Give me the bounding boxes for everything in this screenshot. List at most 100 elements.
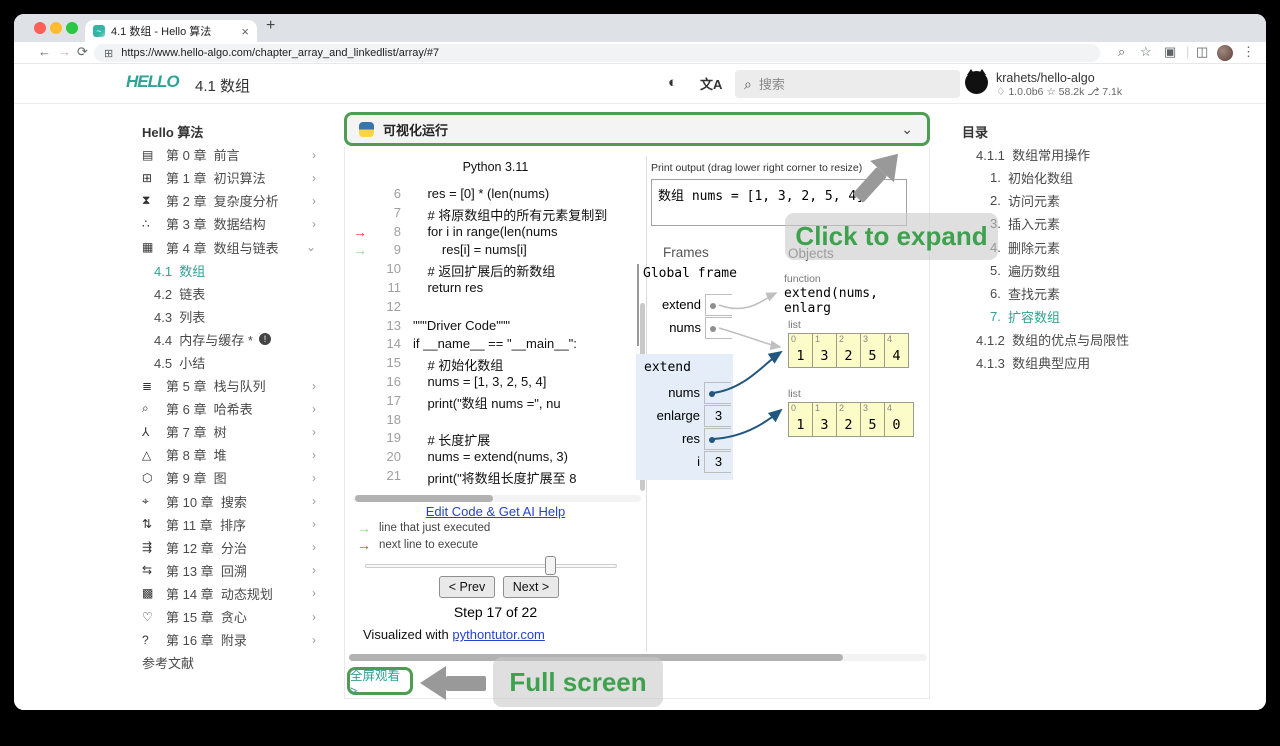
prev-button[interactable]: < Prev [439, 576, 495, 598]
slider-thumb[interactable] [545, 556, 556, 575]
sidebar-item-label: 第 15 章 贪心 [166, 607, 247, 626]
window-close-button[interactable] [34, 22, 46, 34]
bookmark-star-icon[interactable]: ☆ [1140, 44, 1152, 60]
zoom-icon[interactable]: ⌕ [1118, 44, 1125, 60]
sidebar-chapter-item[interactable]: ⌕第 6 章 哈希表› [142, 397, 318, 420]
toc-item-number: 6. [990, 286, 1001, 301]
site-info-icon[interactable]: ⊞ [104, 47, 113, 60]
sidebar-item-label: 第 10 章 搜索 [166, 492, 247, 511]
code-line: 15 # 初始化数组 [345, 355, 646, 374]
sidebar-item-label: 4.4 内存与缓存 * [154, 330, 253, 349]
question-circle-icon: ? [142, 633, 160, 647]
forward-icon[interactable]: → [58, 44, 71, 59]
fullscreen-link[interactable]: 全屏观看 > [347, 667, 413, 695]
code-line-number: 12 [361, 299, 401, 314]
sidebar-chapter-item[interactable]: ▦第 4 章 数组与链表⌄ [142, 235, 318, 258]
sidebar-chapter-item[interactable]: ▤第 0 章 前言› [142, 143, 318, 166]
theme-toggle-icon[interactable]: ◐ [668, 74, 677, 91]
code-line-text: print("数组 nums =", nu [413, 393, 561, 412]
fullscreen-label: 全屏观看 > [350, 665, 410, 698]
sidebar-chapter-item[interactable]: ⅄第 7 章 树› [142, 420, 318, 443]
code-line: 6 res = [0] * (len(nums) [345, 186, 646, 205]
hello-algo-logo[interactable]: HELLO [126, 72, 179, 92]
sidebar-item[interactable]: 4.4 内存与缓存 *! [142, 328, 318, 351]
github-repo-link[interactable]: krahets/hello-algo ♢ 1.0.0b6 ☆ 58.2k ⎇ 7… [965, 71, 1122, 98]
code-line: 20 nums = extend(nums, 3) [345, 449, 646, 468]
browser-tab[interactable]: ~ 4.1 数组 - Hello 算法 × [85, 20, 257, 42]
sidebar-item[interactable]: 4.3 列表 [142, 305, 318, 328]
toc-item[interactable]: 1.初始化数组 [962, 166, 1192, 189]
tab-close-icon[interactable]: × [241, 24, 249, 39]
toc-item[interactable]: 7.扩容数组 [962, 305, 1192, 328]
visual-run-expander[interactable]: 可视化运行 ⌄ [344, 112, 930, 146]
visualization-card: 可视化运行 ⌄ Python 3.11 6 res = [0] * (len(n… [344, 112, 930, 699]
sidebar-item-label: 4.3 列表 [154, 307, 205, 326]
search-box[interactable]: ⌕ [735, 70, 960, 98]
sidebar-chapter-item[interactable]: ≣第 5 章 栈与队列› [142, 374, 318, 397]
list-cell: 22 [836, 333, 861, 368]
sidebar-chapter-item[interactable]: ⇅第 11 章 排序› [142, 513, 318, 536]
code-line-text: nums = [1, 3, 2, 5, 4] [413, 374, 546, 389]
browser-toolbar: ← → ⟳ ⊞ https://www.hello-algo.com/chapt… [14, 42, 1266, 64]
repo-version: 1.0.0b6 [1008, 86, 1043, 98]
sidebar-chapter-item[interactable]: ⊞第 1 章 初识算法› [142, 166, 318, 189]
sidebar-item[interactable]: 4.5 小结 [142, 351, 318, 374]
repo-forks: 7.1k [1102, 86, 1122, 98]
translate-icon[interactable]: 文A [700, 74, 722, 93]
sidebar-item-label: 第 14 章 动态规划 [166, 584, 273, 603]
sidebar-item-label: 第 1 章 初识算法 [166, 168, 266, 187]
sidebar-chapter-item[interactable]: ▩第 14 章 动态规划› [142, 582, 318, 605]
sidebar-item[interactable]: 4.2 链表 [142, 282, 318, 305]
sidebar-chapter-item[interactable]: ♡第 15 章 贪心› [142, 605, 318, 628]
sidebar-chapter-item[interactable]: ⌖第 10 章 搜索› [142, 490, 318, 513]
url-bar[interactable]: ⊞ https://www.hello-algo.com/chapter_arr… [94, 44, 1100, 62]
var-name: extend [637, 297, 701, 312]
sidebar-chapter-item[interactable]: ⇆第 13 章 回溯› [142, 559, 318, 582]
slider-track[interactable] [365, 564, 617, 568]
sidebar-chapter-item[interactable]: ∴第 3 章 数据结构› [142, 212, 318, 235]
sidebar-chapter-item[interactable]: ⧗第 2 章 复杂度分析› [142, 189, 318, 212]
code-line: 14if __name__ == "__main__": [345, 336, 646, 355]
window-minimize-button[interactable] [50, 22, 62, 34]
step-slider[interactable] [365, 562, 617, 570]
toc-item[interactable]: 4.1.2 数组的优点与局限性 [962, 328, 1192, 351]
toc-item[interactable]: 6.查找元素 [962, 282, 1192, 305]
toc-item[interactable]: 5.遍历数组 [962, 259, 1192, 282]
sidebar-chapter-item[interactable]: ?第 16 章 附录› [142, 628, 318, 651]
menu-dots-icon[interactable]: ⋮ [1242, 44, 1255, 60]
frame-var-row: nums [637, 317, 737, 340]
sidebar-item[interactable]: 4.1 数组 [142, 259, 318, 282]
legend-next-label: next line to execute [379, 539, 478, 551]
window-zoom-button[interactable] [66, 22, 78, 34]
extensions-icon[interactable]: ▣ [1164, 44, 1176, 60]
code-line: 19 # 长度扩展 [345, 430, 646, 449]
next-button[interactable]: Next > [503, 576, 559, 598]
sidebar-item-label: 第 5 章 栈与队列 [166, 376, 266, 395]
code-line-number: 14 [361, 336, 401, 351]
sidebar-chapter-item[interactable]: △第 8 章 堆› [142, 443, 318, 466]
toc-item-label: 初始化数组 [1008, 168, 1073, 187]
search-input[interactable] [759, 77, 929, 92]
code-hscroll-thumb[interactable] [355, 495, 493, 502]
sidebar-item-label: 参考文献 [142, 653, 194, 672]
list-cell: 22 [836, 402, 861, 437]
sidebar-item-label: 4.5 小结 [154, 353, 205, 372]
toc-item[interactable]: 4.1.3 数组典型应用 [962, 351, 1192, 374]
sidebar-item-label: 第 11 章 排序 [166, 515, 246, 534]
sidebar-book-title[interactable]: Hello 算法 [142, 120, 318, 143]
back-icon[interactable]: ← [38, 44, 51, 59]
sidebar-chapter-item[interactable]: ⇶第 12 章 分治› [142, 536, 318, 559]
edit-code-link[interactable]: Edit Code & Get AI Help [426, 504, 565, 519]
new-tab-button[interactable]: + [266, 17, 275, 35]
toc-item[interactable]: 4.1.1 数组常用操作 [962, 143, 1192, 166]
sidebar-item[interactable]: 参考文献 [142, 651, 318, 674]
reload-icon[interactable]: ⟳ [77, 44, 88, 60]
cell-value: 2 [837, 348, 860, 364]
profile-avatar[interactable] [1217, 45, 1233, 61]
side-panel-icon[interactable]: ◫ [1196, 44, 1208, 60]
pythontutor-link[interactable]: pythontutor.com [452, 627, 545, 642]
star-icon: ☆ [1046, 86, 1055, 98]
next-line-arrow-icon: → [357, 537, 371, 553]
toc-item[interactable]: 2.访问元素 [962, 189, 1192, 212]
sidebar-chapter-item[interactable]: ⬡第 9 章 图› [142, 466, 318, 489]
